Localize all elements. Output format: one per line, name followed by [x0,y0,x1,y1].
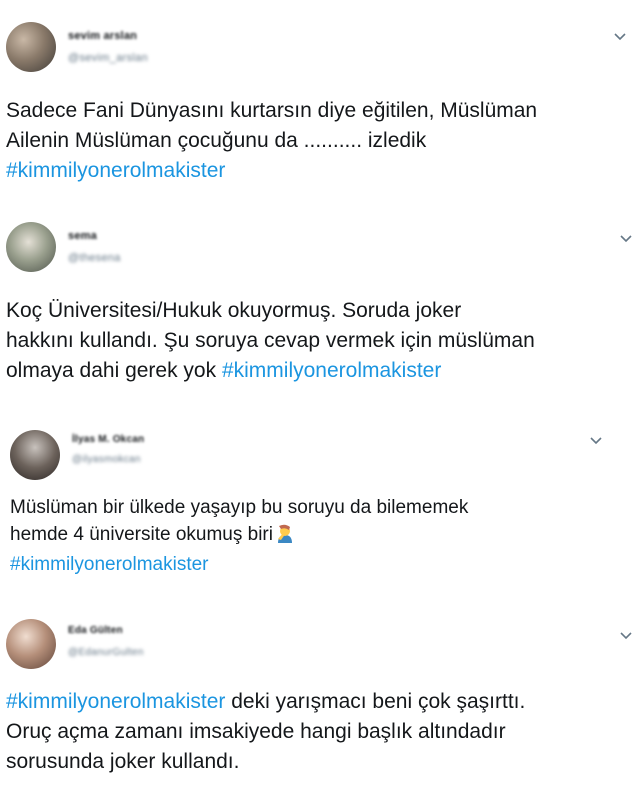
tweet-line: sorusunda joker kullandı. [6,750,240,774]
tweet-text: Sadece Fani Dünyasını kurtarsın diye eği… [6,96,634,186]
tweet-line: hemde 4 üniversite okumuş biri [10,524,273,546]
tweet-1: sevim arslan @sevim_arslan Sadece Fani D… [0,0,640,200]
tweet-line: olmaya dahi gerek yok [6,359,222,383]
chevron-down-icon[interactable] [588,432,604,448]
hashtag-link[interactable]: #kimmilyonerolmakister [6,690,225,713]
tweet-line: hakkını kullandı. Şu soruya cevap vermek… [6,329,535,353]
display-name[interactable]: sevim arslan [68,30,137,42]
user-handle: @sevim_arslan [68,52,148,64]
avatar[interactable] [10,430,60,480]
tweet-line: Oruç açma zamanı imsakiyede hangi başlık… [6,720,506,744]
display-name[interactable]: Eda Gülten [68,625,123,636]
display-name[interactable]: İlyas M. Okcan [72,434,144,445]
tweet-4: Eda Gülten @EdanurGulten #kimmilyonerolm… [0,595,640,800]
tweet-3: İlyas M. Okcan @ilyasmokcan Müslüman bir… [0,410,640,595]
user-handle: @thesena [68,252,121,264]
avatar[interactable] [6,22,56,72]
tweet-text: Müslüman bir ülkede yaşayıp bu soruyu da… [10,494,634,578]
tweet-line: deki yarışmacı beni çok şaşırttı. [225,690,526,713]
display-name[interactable]: sema [68,230,97,242]
hashtag-link[interactable]: #kimmilyonerolmakister [6,159,225,182]
tweet-line: Sadece Fani Dünyasını kurtarsın diye eği… [6,99,538,122]
tweet-text: Koç Üniversitesi/Hukuk okuyormuş. Soruda… [6,296,634,386]
chevron-down-icon[interactable] [618,230,634,246]
avatar[interactable] [6,619,56,669]
tweet-line: Koç Üniversitesi/Hukuk okuyormuş. Soruda… [6,299,462,322]
hashtag-link[interactable]: #kimmilyonerolmakister [222,359,441,382]
tweet-2: sema @thesena Koç Üniversitesi/Hukuk oku… [0,200,640,410]
tweet-line: Ailenin Müslüman çocuğunu da .......... … [6,129,427,153]
tweet-text: #kimmilyonerolmakister deki yarışmacı be… [6,687,634,777]
avatar[interactable] [6,222,56,272]
user-handle: @ilyasmokcan [72,454,141,465]
person-facepalming-emoji [275,523,295,551]
hashtag-link[interactable]: #kimmilyonerolmakister [10,554,209,575]
chevron-down-icon[interactable] [618,627,634,643]
user-handle: @EdanurGulten [68,647,144,658]
tweet-line: Müslüman bir ülkede yaşayıp bu soruyu da… [10,497,469,518]
chevron-down-icon[interactable] [612,28,628,44]
